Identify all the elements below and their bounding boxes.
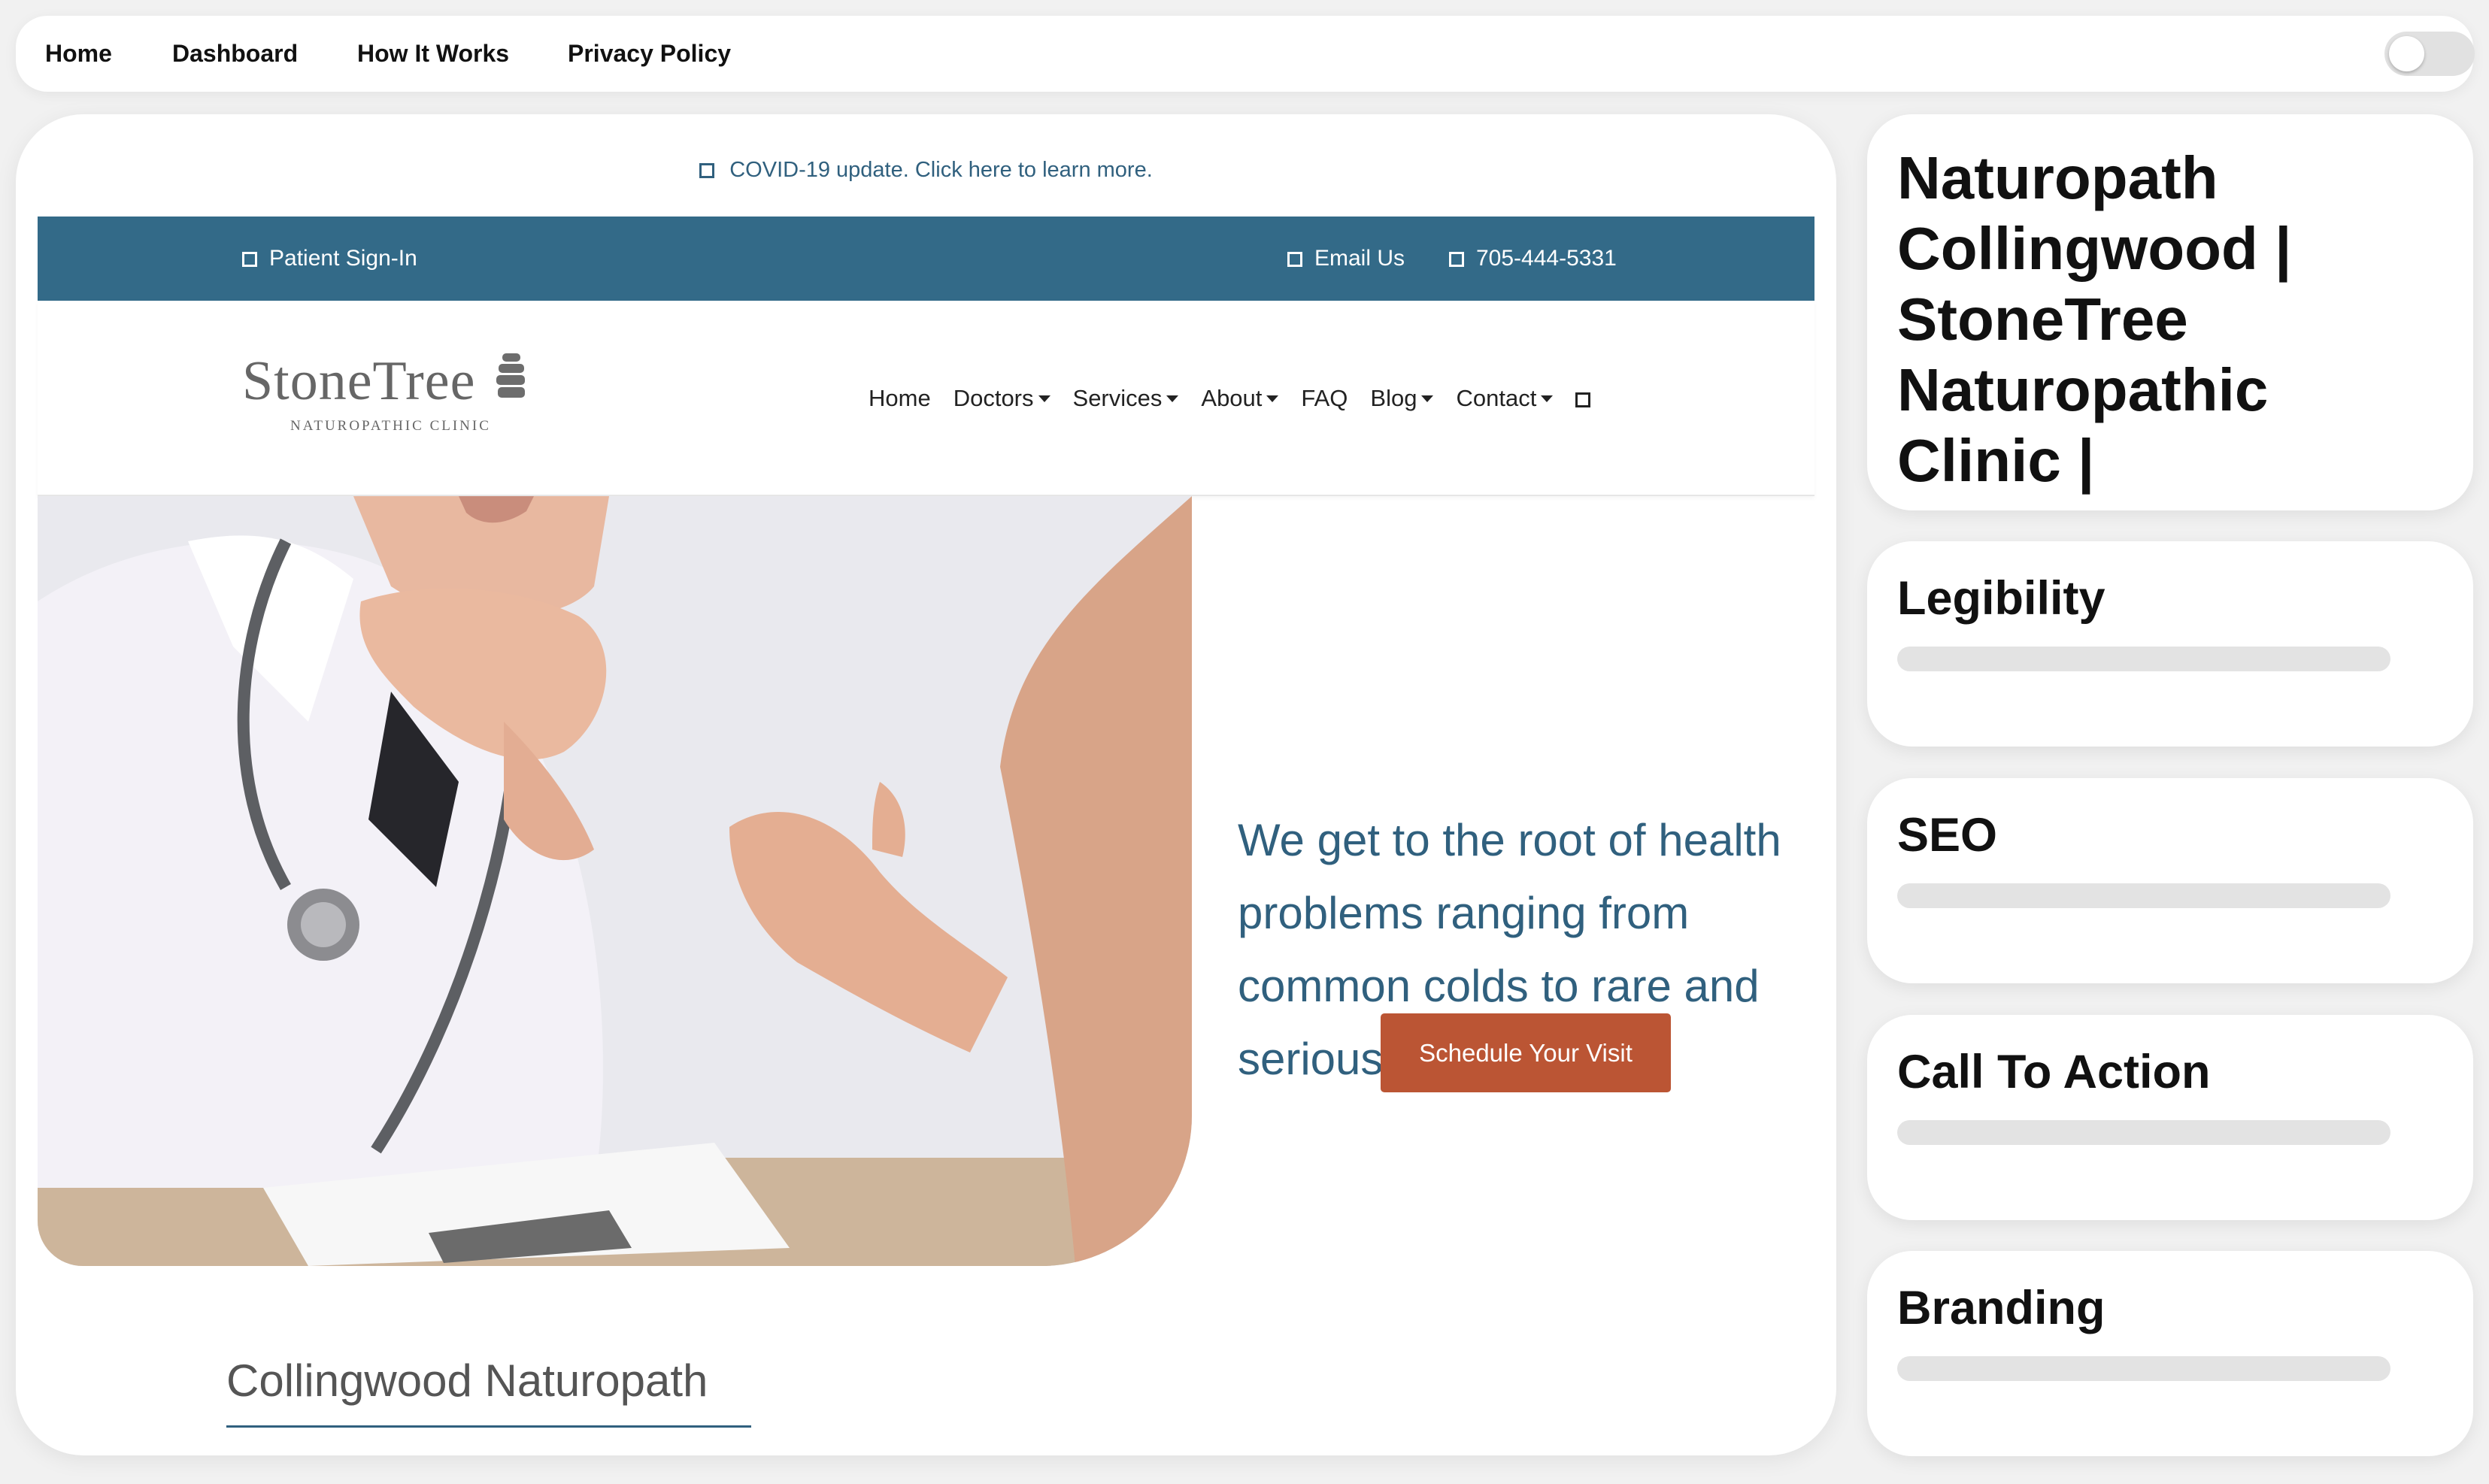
square-icon	[699, 163, 715, 178]
square-icon	[1287, 252, 1302, 267]
patient-signin-link[interactable]: Patient Sign-In	[242, 217, 417, 301]
patient-signin-label: Patient Sign-In	[269, 246, 417, 271]
site-header: StoneTree NATUROPATHIC CLINIC Home Docto…	[38, 301, 1814, 496]
metric-progress-bar	[1897, 883, 2390, 908]
site-nav-doctors[interactable]: Doctors	[953, 385, 1050, 412]
square-icon	[242, 252, 257, 267]
stonetree-logo[interactable]: StoneTree NATUROPATHIC CLINIC	[242, 350, 525, 435]
nav-home-link[interactable]: Home	[45, 16, 112, 92]
site-nav-services[interactable]: Services	[1073, 385, 1179, 412]
theme-toggle[interactable]	[2384, 32, 2475, 76]
site-nav: Home Doctors Services About FAQ Blog Con…	[869, 301, 1591, 496]
section-heading-underline	[226, 1425, 751, 1428]
page-title-card: Naturopath Collingwood | StoneTree Natur…	[1867, 114, 2473, 510]
branding-card: Branding	[1867, 1251, 2473, 1456]
logo-wordmark: StoneTree	[242, 350, 476, 412]
nav-dashboard-link[interactable]: Dashboard	[172, 16, 298, 92]
app-top-nav: Home Dashboard How It Works Privacy Poli…	[16, 16, 2475, 92]
metric-progress-bar	[1897, 647, 2390, 671]
metric-progress-bar	[1897, 1120, 2390, 1145]
site-nav-blog[interactable]: Blog	[1370, 385, 1434, 412]
phone-link[interactable]: 705-444-5331	[1449, 217, 1617, 301]
stone-stack-icon	[496, 353, 525, 400]
metric-title: Call To Action	[1897, 1046, 2211, 1098]
metric-progress-bar	[1897, 1356, 2390, 1381]
email-us-label: Email Us	[1314, 246, 1405, 271]
email-us-link[interactable]: Email Us	[1287, 217, 1405, 301]
hero-doctor-photo	[38, 496, 1192, 1266]
caret-down-icon	[1038, 395, 1050, 402]
nav-how-it-works-link[interactable]: How It Works	[357, 16, 509, 92]
caret-down-icon	[1266, 395, 1279, 402]
logo-subtitle: NATUROPATHIC CLINIC	[290, 418, 491, 434]
metric-title: SEO	[1897, 809, 1998, 862]
utility-bar: Patient Sign-In Email Us 705-444-5331	[38, 217, 1814, 301]
schedule-visit-button[interactable]: Schedule Your Visit	[1381, 1013, 1671, 1092]
toggle-knob	[2389, 36, 2424, 71]
search-toggle-icon[interactable]	[1575, 385, 1591, 412]
page-title: Naturopath Collingwood | StoneTree Natur…	[1897, 144, 2292, 494]
covid-notice-link[interactable]: COVID-19 update. Click here to learn mor…	[16, 158, 1836, 183]
site-nav-home[interactable]: Home	[869, 385, 931, 412]
doctor-consultation-illustration	[38, 496, 1192, 1266]
site-nav-contact[interactable]: Contact	[1456, 385, 1554, 412]
metric-title: Legibility	[1897, 572, 2105, 625]
section-heading: Collingwood Naturopath	[226, 1355, 708, 1406]
legibility-card: Legibility	[1867, 541, 2473, 747]
metric-title: Branding	[1897, 1282, 2105, 1334]
square-icon	[1449, 252, 1464, 267]
caret-down-icon	[1421, 395, 1434, 402]
nav-privacy-policy-link[interactable]: Privacy Policy	[568, 16, 731, 92]
website-preview: COVID-19 update. Click here to learn mor…	[16, 114, 1836, 1455]
phone-label: 705-444-5331	[1476, 246, 1617, 271]
seo-card: SEO	[1867, 778, 2473, 983]
site-nav-about[interactable]: About	[1201, 385, 1279, 412]
covid-notice-text: COVID-19 update. Click here to learn mor…	[729, 158, 1153, 182]
site-nav-faq[interactable]: FAQ	[1301, 385, 1348, 412]
call-to-action-card: Call To Action	[1867, 1015, 2473, 1220]
caret-down-icon	[1541, 395, 1554, 402]
caret-down-icon	[1166, 395, 1179, 402]
